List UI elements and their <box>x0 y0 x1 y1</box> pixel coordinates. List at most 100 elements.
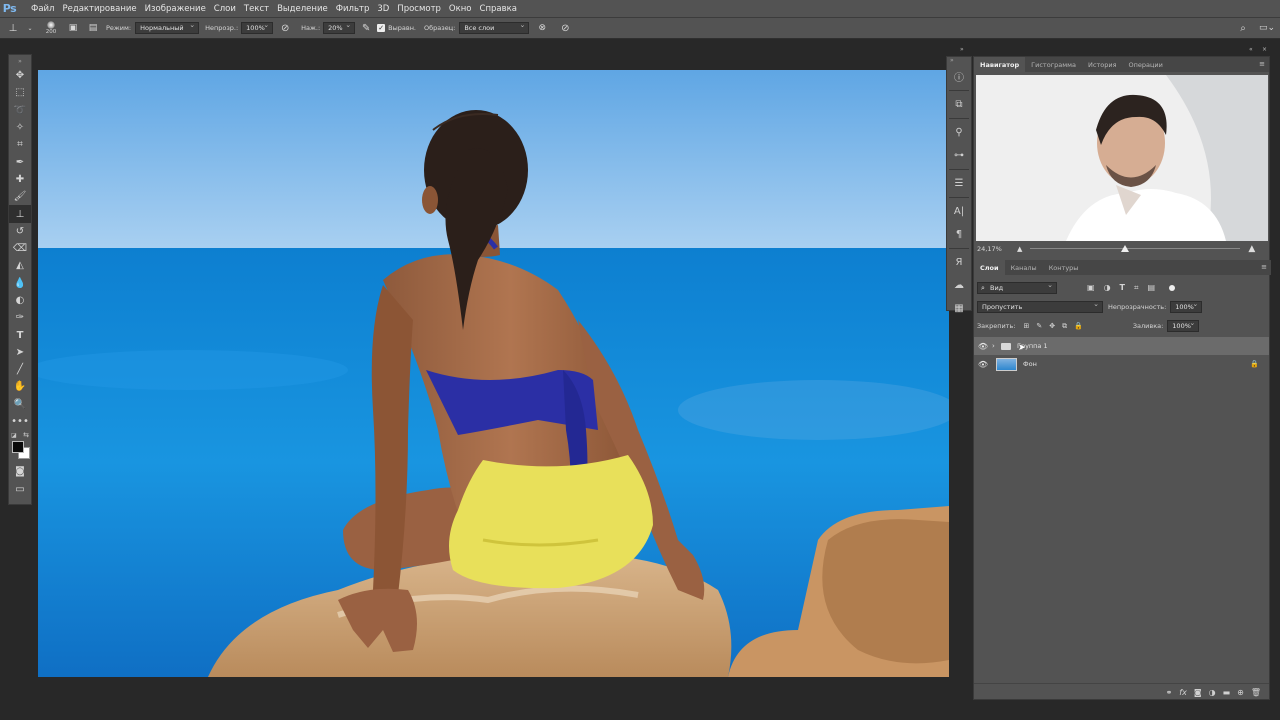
filter-smart-object-icon[interactable]: ▤ <box>1148 283 1156 293</box>
brush-settings-icon[interactable]: ▣ <box>64 23 82 33</box>
fx-icon[interactable]: fx <box>1179 688 1187 697</box>
tab-history[interactable]: История <box>1082 57 1122 72</box>
clone-stamp-preset-icon[interactable]: ⊥ <box>0 23 26 34</box>
new-adjustment-layer-icon[interactable]: ◑ <box>1209 688 1216 697</box>
layer-name[interactable]: Фон <box>1023 360 1037 368</box>
paint-bucket-tool-icon[interactable]: ◭ <box>9 257 31 274</box>
styles-icon[interactable]: ☁ <box>947 274 971 297</box>
color-swatches[interactable]: ◪ ⇆ <box>9 430 31 460</box>
eye-icon[interactable]: 👁 <box>974 342 992 351</box>
menu-type[interactable]: Текст <box>240 4 273 14</box>
filter-adjustment-icon[interactable]: ◑ <box>1104 283 1111 293</box>
chevron-right-icon[interactable]: › <box>992 342 1001 350</box>
marquee-tool-icon[interactable]: ⬚ <box>9 84 31 101</box>
zoom-slider-thumb[interactable] <box>1120 245 1129 252</box>
brush-tool-icon[interactable]: 🖌 <box>9 188 31 205</box>
layer-row-background[interactable]: 👁 Фон 🔒 <box>974 355 1269 373</box>
healing-brush-tool-icon[interactable]: ✚ <box>9 171 31 188</box>
ignore-adjustment-layers-icon[interactable]: ⊗ <box>531 23 553 33</box>
workspace-icon[interactable]: ▭⌄ <box>1254 23 1280 33</box>
character-icon[interactable]: A| <box>947 200 971 223</box>
tab-histogram[interactable]: Гистограмма <box>1025 57 1082 72</box>
panel-menu-icon[interactable]: ≡ <box>1259 60 1265 68</box>
navigator-preview[interactable] <box>976 75 1268 241</box>
magic-wand-tool-icon[interactable]: ✧ <box>9 119 31 136</box>
zoom-in-icon[interactable]: ▲ <box>1248 244 1255 254</box>
tab-layers[interactable]: Слои <box>974 260 1005 275</box>
pen-tool-icon[interactable]: ✑ <box>9 309 31 326</box>
eraser-tool-icon[interactable]: ⌫ <box>9 240 31 257</box>
hand-tool-icon[interactable]: ✋ <box>9 378 31 395</box>
airbrush-icon[interactable]: ✎ <box>355 23 377 34</box>
close-panel-icon[interactable]: × <box>1262 46 1267 53</box>
foreground-color-swatch[interactable] <box>12 441 24 454</box>
mode-select[interactable]: Нормальный <box>135 21 200 34</box>
menu-window[interactable]: Окно <box>445 4 476 14</box>
chevron-down-icon[interactable]: ⌄ <box>26 25 34 32</box>
collapse-arrows-icon[interactable]: » <box>960 46 964 53</box>
tab-actions[interactable]: Операции <box>1122 57 1168 72</box>
sample-select[interactable]: Все слои <box>459 21 530 34</box>
filter-shape-icon[interactable]: ⌗ <box>1134 283 1139 293</box>
expand-panel-icon[interactable]: « <box>1249 46 1253 53</box>
properties-icon[interactable]: ☰ <box>947 172 971 195</box>
eye-icon[interactable]: 👁 <box>974 360 992 369</box>
trash-icon[interactable]: 🗑 <box>1251 688 1261 697</box>
zoom-slider[interactable] <box>1030 245 1241 253</box>
blend-mode-select[interactable]: Пропустить <box>977 300 1103 313</box>
eyedropper-tool-icon[interactable]: ✒ <box>9 153 31 170</box>
adjustments-icon[interactable]: ⊶ <box>947 144 971 167</box>
pressure-opacity-icon[interactable]: ⊘ <box>273 23 297 34</box>
lock-transparency-icon[interactable]: ⊞ <box>1023 322 1029 331</box>
libraries-icon[interactable]: ▦ <box>947 297 971 320</box>
menu-file[interactable]: Файл <box>27 4 58 14</box>
default-colors-icon[interactable]: ◪ <box>11 432 17 439</box>
zoom-out-icon[interactable]: ▲ <box>1017 245 1022 253</box>
more-tools-icon[interactable]: ••• <box>9 413 31 430</box>
aligned-checkbox[interactable]: ✓ <box>377 24 386 32</box>
layer-filter-select[interactable]: ⌕ Вид <box>977 281 1057 294</box>
menu-3d[interactable]: 3D <box>373 4 393 14</box>
glyphs-icon[interactable]: Я <box>947 251 971 274</box>
clone-stamp-tool-icon[interactable]: ⊥ <box>9 205 31 223</box>
panel-menu-icon[interactable]: ≡ <box>1261 263 1267 271</box>
opacity-select[interactable]: 100% <box>241 21 274 34</box>
filter-type-icon[interactable]: T <box>1120 283 1125 293</box>
tab-channels[interactable]: Каналы <box>1005 260 1043 275</box>
menu-filter[interactable]: Фильтр <box>332 4 374 14</box>
layer-opacity-input[interactable]: 100% <box>1170 300 1203 313</box>
layer-row-group[interactable]: 👁 › Группа 1 ➤ <box>974 337 1269 355</box>
path-selection-tool-icon[interactable]: ➤ <box>9 344 31 361</box>
screen-mode-icon[interactable]: ▭ <box>9 481 31 498</box>
line-tool-icon[interactable]: ╱ <box>9 361 31 378</box>
swap-colors-icon[interactable]: ⇆ <box>23 431 29 439</box>
type-tool-icon[interactable]: T <box>9 326 31 343</box>
move-tool-icon[interactable]: ✥ <box>9 67 31 84</box>
brush-size-picker[interactable]: 200 <box>38 21 64 35</box>
quick-mask-icon[interactable]: ◙ <box>9 463 31 480</box>
pressure-select[interactable]: 20% <box>323 21 356 34</box>
new-group-icon[interactable]: ▬ <box>1223 688 1231 697</box>
add-mask-icon[interactable]: ◙ <box>1194 688 1202 697</box>
lock-position-icon[interactable]: ✥ <box>1049 322 1055 331</box>
pressure-size-icon[interactable]: ⊘ <box>553 23 577 34</box>
tab-paths[interactable]: Контуры <box>1043 260 1085 275</box>
menu-view[interactable]: Просмотр <box>393 4 445 14</box>
menu-select[interactable]: Выделение <box>273 4 332 14</box>
lock-pixels-icon[interactable]: ✎ <box>1036 322 1042 331</box>
filter-toggle-icon[interactable] <box>1169 285 1176 291</box>
info-icon[interactable]: ⓘ <box>947 65 971 88</box>
collapse-arrows-icon[interactable]: » <box>9 55 31 67</box>
clone-source-icon[interactable]: ▤ <box>82 23 104 33</box>
menu-layer[interactable]: Слои <box>210 4 240 14</box>
brush-presets-icon[interactable]: ⚲ <box>947 121 971 144</box>
lock-all-icon[interactable]: 🔒 <box>1074 322 1083 331</box>
history-brush-tool-icon[interactable]: ↺ <box>9 223 31 240</box>
lasso-tool-icon[interactable]: ➰ <box>9 102 31 119</box>
lock-artboard-icon[interactable]: ⧉ <box>1062 322 1067 331</box>
tab-navigator[interactable]: Навигатор <box>974 57 1026 72</box>
menu-help[interactable]: Справка <box>476 4 521 14</box>
paragraph-icon[interactable]: ¶ <box>947 223 971 246</box>
document-canvas[interactable] <box>38 70 949 677</box>
new-layer-icon[interactable]: ⊕ <box>1237 688 1244 697</box>
